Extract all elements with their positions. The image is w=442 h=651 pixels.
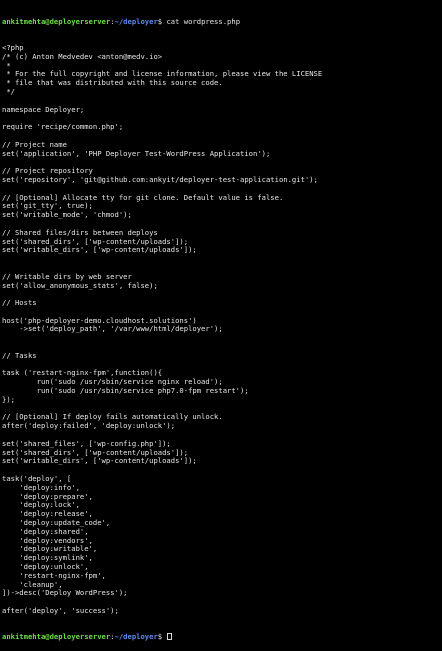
output-line: */: [2, 86, 15, 96]
output-line: after('deploy', 'success');: [2, 605, 119, 615]
output-line: set('allow_anonymous_stats', false);: [2, 280, 158, 290]
output-line: });: [2, 394, 15, 404]
file-output: <?php/* (c) Anton Medvedev <anton@medv.i…: [2, 43, 442, 616]
output-line: ])->desc('Deploy WordPress');: [2, 588, 128, 598]
prompt-user-host: ankitmehta@deployerserver: [2, 16, 111, 26]
output-line: set('writable_dirs', ['wp-content/upload…: [2, 245, 197, 255]
text-cursor: [167, 633, 173, 641]
active-prompt-line[interactable]: ankitmehta@deployerserver:~/deployer$: [2, 632, 442, 642]
command-text: cat wordpress.php: [166, 16, 241, 26]
output-line: after('deploy:failed', 'deploy:unlock');: [2, 421, 176, 431]
output-line: run('sudo /usr/sbin/service php7.0-fpm r…: [2, 386, 249, 396]
output-line: set('writable_dirs', ['wp-content/upload…: [2, 456, 197, 466]
command-prompt-line: ankitmehta@deployerserver:~/deployer$ ca…: [2, 16, 442, 27]
prompt-user-host: ankitmehta@deployerserver: [2, 632, 111, 642]
output-line: // Tasks: [2, 350, 37, 360]
prompt-path: ~/deployer: [114, 16, 158, 26]
output-line: ->set('deploy_path', '/var/www/html/depl…: [2, 324, 223, 334]
prompt-path: ~/deployer: [114, 632, 158, 642]
output-line: set('application', 'PHP Deployer Test-Wo…: [2, 148, 271, 158]
terminal-window[interactable]: ankitmehta@deployerserver:~/deployer$ ca…: [0, 0, 442, 641]
output-line: /* (c) Anton Medvedev <anton@medv.io>: [2, 51, 163, 61]
output-line: * file that was distributed with this so…: [2, 78, 223, 88]
output-line: set('repository', 'git@github.com:ankyit…: [2, 174, 318, 184]
output-line: 'restart-nginx-fpm',: [2, 570, 106, 580]
output-line: set('writable_mode', 'chmod');: [2, 210, 132, 220]
prompt-symbol: $: [157, 632, 167, 642]
output-line: // Hosts: [2, 298, 37, 308]
output-line: require 'recipe/common.php';: [2, 122, 124, 132]
output-line: namespace Deployer;: [2, 104, 85, 114]
